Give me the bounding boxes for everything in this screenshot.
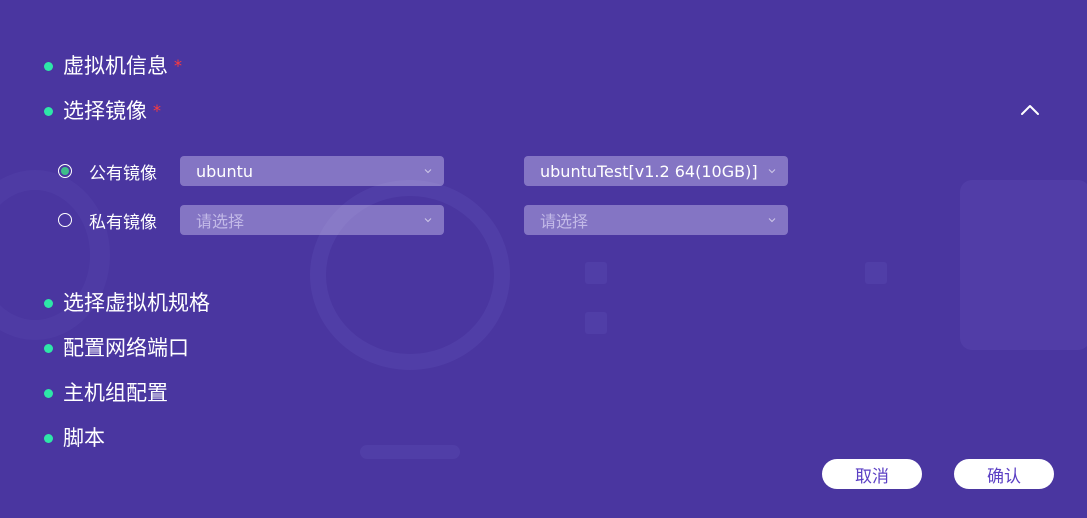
bullet-dot [44,61,53,71]
section-script[interactable]: 脚本 [44,424,105,452]
section-label: 选择镜像 [63,99,147,123]
section-vm-info[interactable]: 虚拟机信息 * [44,52,182,80]
chevron-down-icon [424,169,432,174]
select-value: ubuntuTest[v1.2 64(10GB)] [540,161,758,181]
chevron-down-icon [768,169,776,174]
chevron-down-icon [424,218,432,223]
radio-button-checked[interactable] [58,164,72,178]
section-host-group[interactable]: 主机组配置 [44,379,168,407]
background-decoration [585,262,607,284]
required-mark: * [153,101,161,120]
section-label: 主机组配置 [63,381,168,405]
private-os-select[interactable]: 请选择 [180,205,444,235]
select-placeholder: 请选择 [196,212,245,231]
radio-private-image[interactable]: 私有镜像 [58,205,157,235]
confirm-button[interactable]: 确认 [954,459,1054,489]
public-version-select[interactable]: ubuntuTest[v1.2 64(10GB)] [524,156,788,186]
section-label: 虚拟机信息 [63,54,168,78]
chevron-down-icon [768,218,776,223]
chevron-up-icon[interactable] [1019,102,1041,118]
private-version-select[interactable]: 请选择 [524,205,788,235]
radio-label: 公有镜像 [89,163,157,184]
cancel-button[interactable]: 取消 [822,459,922,489]
section-vm-spec[interactable]: 选择虚拟机规格 [44,289,210,317]
bullet-dot [44,433,53,443]
bullet-dot [44,106,53,116]
background-decoration [960,180,1087,350]
section-select-image[interactable]: 选择镜像 * [44,97,161,125]
radio-label: 私有镜像 [89,212,157,233]
select-placeholder: 请选择 [540,212,589,231]
section-network-port[interactable]: 配置网络端口 [44,334,189,362]
radio-button-unchecked[interactable] [58,213,72,227]
section-label: 脚本 [63,426,105,450]
bullet-dot [44,298,53,308]
select-value: ubuntu [196,161,253,181]
bullet-dot [44,343,53,353]
bullet-dot [44,388,53,398]
background-decoration [865,262,887,284]
public-os-select[interactable]: ubuntu [180,156,444,186]
section-label: 配置网络端口 [63,336,189,360]
background-decoration [360,445,460,459]
background-decoration [585,312,607,334]
required-mark: * [174,56,182,75]
section-label: 选择虚拟机规格 [63,291,210,315]
radio-public-image[interactable]: 公有镜像 [58,156,157,186]
